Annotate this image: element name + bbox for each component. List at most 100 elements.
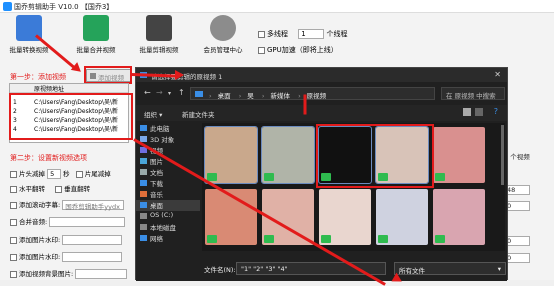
merge-audio-checkbox[interactable] (10, 218, 17, 226)
gpu-checkbox[interactable] (258, 46, 265, 54)
image-watermark-checkbox[interactable] (10, 236, 17, 244)
scrollbar[interactable] (501, 125, 504, 185)
highlight-box (316, 124, 434, 188)
hflip-checkbox[interactable] (10, 185, 17, 193)
drive-icon (140, 224, 147, 230)
annotation-arrowhead (175, 70, 184, 80)
step1-label: 第一步：添加视频 (10, 73, 66, 81)
back-arrow-icon[interactable]: ← (144, 88, 151, 97)
preview-pane-icon[interactable] (475, 108, 483, 116)
breadcrumb-item[interactable]: 新媒体 (270, 92, 290, 100)
help-icon[interactable]: ? (494, 107, 498, 116)
head-cut-option[interactable]: 片头减掉 5 秒 片尾减掉 (10, 168, 111, 179)
member-center-button[interactable]: 会员管理中心 (198, 15, 248, 54)
video-thumbnail[interactable] (261, 126, 315, 184)
head-cut-checkbox[interactable] (10, 170, 17, 178)
video-thumbnail[interactable] (204, 126, 258, 184)
sidebar-item-local-disk[interactable]: 本地磁盘 (136, 222, 200, 233)
forward-arrow-icon[interactable]: → (156, 88, 163, 97)
picture-icon (140, 158, 147, 164)
dialog-footer: 文件名(N): "1" "2" "3" "4" 所有文件 ▾ (136, 252, 507, 281)
music-icon (140, 191, 147, 197)
image-watermark-field[interactable] (62, 235, 123, 245)
image-watermark-checkbox-2[interactable] (10, 253, 17, 261)
member-icon (210, 15, 236, 41)
batch-merge-button[interactable]: 批量合并视频 (71, 15, 121, 54)
breadcrumb-item[interactable]: 桌面 (218, 92, 231, 100)
merge-icon (83, 15, 109, 41)
dialog-command-bar: 组织 ▾ 新建文件夹 ? (136, 105, 507, 121)
sidebar-item-this-pc[interactable]: 此电脑 (136, 123, 200, 134)
video-file-icon (378, 235, 388, 243)
merge-audio-field[interactable] (49, 217, 126, 227)
dialog-title-bar: 请选择要剪辑的原视频 1 ✕ (136, 68, 507, 82)
bg-image-field[interactable] (75, 269, 128, 279)
video-file-icon (264, 173, 274, 181)
navigation-pane: 此电脑 3D 对象 视频 图片 文档 下载 音乐 桌面 OS (C:) 本地磁盘… (136, 123, 200, 251)
thread-count-field[interactable]: 1 (298, 29, 325, 39)
annotation-arrow (303, 94, 307, 115)
multithread-option[interactable]: 多线程 1 个线程 (258, 29, 347, 39)
batch-convert-button[interactable]: 批量转换视频 (4, 15, 54, 54)
desktop-icon (140, 202, 147, 208)
app-title: 国乔剪辑助手 V10.0 【国乔3】 (14, 3, 114, 11)
video-thumbnail[interactable] (319, 189, 371, 245)
watermark-option[interactable]: 添加滚动字幕: 国乔剪辑助手yydx (10, 199, 125, 211)
sidebar-item-downloads[interactable]: 下载 (136, 178, 200, 189)
up-arrow-icon[interactable]: ↑ (178, 88, 185, 97)
highlight-box (9, 93, 133, 140)
video-thumbnail[interactable] (433, 189, 485, 245)
watermark-checkbox[interactable] (10, 201, 17, 209)
merge-audio-option[interactable]: 合并音频: (10, 216, 126, 227)
image-watermark-option[interactable]: 添加图片水印: (10, 234, 123, 245)
drive-icon (140, 213, 147, 219)
sidebar-item-desktop[interactable]: 桌面 (136, 200, 200, 211)
dialog-nav: ← → ▾ ↑ › 桌面 › 吴 › 新媒体 › 原视频 在 原视频 中搜索 (136, 82, 507, 104)
search-input[interactable]: 在 原视频 中搜索 (441, 87, 505, 100)
clapperboard-icon (146, 15, 172, 41)
video-file-icon (264, 235, 274, 243)
view-icon[interactable] (463, 108, 471, 116)
sidebar-item-os-c[interactable]: OS (C:) (136, 211, 200, 222)
breadcrumb-item[interactable]: 吴 (247, 92, 254, 100)
sidebar-item-music[interactable]: 音乐 (136, 189, 200, 200)
sidebar-item-network[interactable]: 网络 (136, 233, 200, 244)
step2-label: 第二步：设置新视频选项 (10, 154, 87, 162)
network-icon (140, 235, 147, 241)
bg-image-checkbox[interactable] (10, 270, 17, 278)
image-watermark-field-2[interactable] (62, 252, 123, 262)
sidebar-item-3d-objects[interactable]: 3D 对象 (136, 134, 200, 145)
new-folder-button[interactable]: 新建文件夹 (182, 109, 215, 119)
close-icon[interactable]: ✕ (494, 70, 501, 79)
batch-edit-button[interactable]: 批量剪辑视频 (134, 15, 184, 54)
video-file-icon (435, 235, 445, 243)
video-thumbnail[interactable] (376, 189, 428, 245)
video-thumbnail[interactable] (433, 127, 485, 183)
file-type-select[interactable]: 所有文件 ▾ (394, 262, 506, 275)
file-list-header: 原视频地址 (10, 84, 128, 93)
image-watermark-option-2[interactable]: 添加图片水印: (10, 251, 123, 262)
chevron-down-icon: ▾ (497, 265, 501, 273)
computer-icon (140, 125, 147, 131)
breadcrumb-item[interactable]: 原视频 (307, 92, 327, 100)
flip-options[interactable]: 水平翻转 垂直翻转 (10, 183, 90, 193)
file-name-label: 文件名(N): (204, 266, 236, 274)
app-icon (3, 2, 12, 11)
title-bar: 国乔剪辑助手 V10.0 【国乔3】 (0, 0, 554, 13)
bg-image-option[interactable]: 添加视频背景图片: (10, 268, 128, 279)
download-icon (140, 180, 147, 186)
video-file-icon (207, 235, 217, 243)
chevron-down-icon[interactable]: ▾ (168, 90, 171, 97)
organize-button[interactable]: 组织 ▾ (144, 109, 162, 119)
address-bar[interactable]: › 桌面 › 吴 › 新媒体 › 原视频 (190, 87, 435, 100)
head-cut-field[interactable]: 5 (47, 169, 62, 179)
highlight-box (84, 66, 132, 84)
tail-cut-checkbox[interactable] (75, 170, 83, 178)
gpu-option[interactable]: GPU加速（即将上线） (258, 45, 338, 55)
video-file-icon (321, 235, 331, 243)
watermark-field[interactable]: 国乔剪辑助手yydx (62, 200, 125, 211)
video-file-icon (435, 173, 445, 181)
vflip-checkbox[interactable] (55, 185, 63, 193)
folder-icon (195, 91, 203, 97)
multithread-checkbox[interactable] (258, 30, 265, 38)
